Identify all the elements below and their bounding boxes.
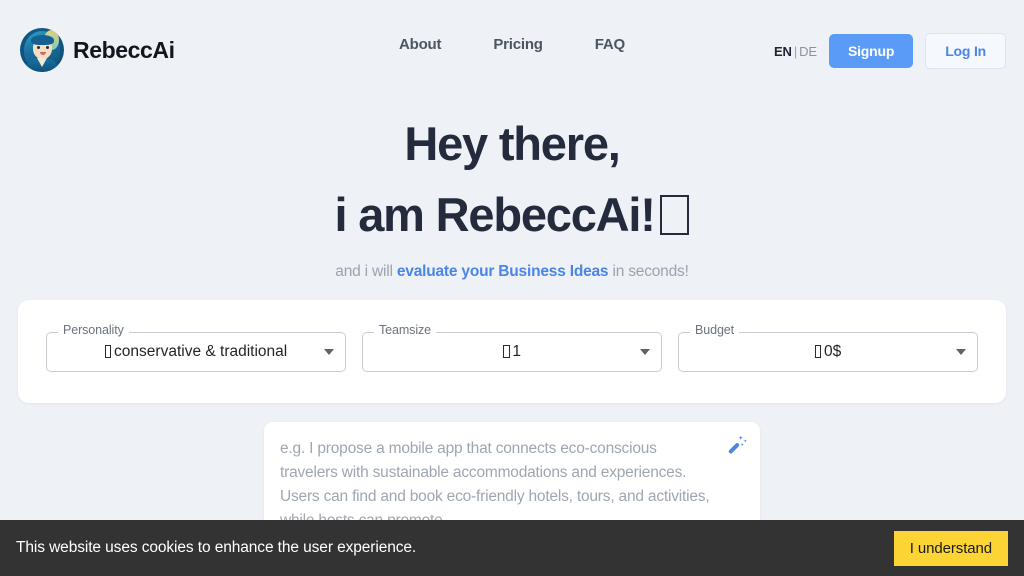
teamsize-value: 1 — [512, 342, 521, 360]
subtitle-suffix: in seconds! — [608, 262, 689, 280]
budget-select[interactable]: 0$ — [678, 331, 978, 372]
teamsize-label: Teamsize — [374, 322, 436, 337]
cookie-accept-button[interactable]: I understand — [893, 530, 1008, 566]
missing-glyph-box-icon — [814, 345, 822, 358]
language-separator: | — [793, 43, 798, 59]
signup-button[interactable]: Signup — [828, 34, 914, 68]
language-switcher[interactable]: EN | DE — [774, 44, 817, 59]
hero-subtitle: and i will evaluate your Business Ideas … — [0, 263, 1024, 281]
chevron-down-icon[interactable] — [324, 348, 334, 355]
missing-glyph-box-icon — [503, 345, 510, 358]
site-header: RebeccAi About Pricing FAQ EN | DE Signup … — [0, 0, 1024, 100]
brand-name: RebeccAi — [73, 36, 175, 63]
subtitle-highlight: evaluate your Business Ideas — [396, 262, 609, 280]
cookie-banner: This website uses cookies to enhance the… — [0, 520, 1024, 576]
nav-item-pricing[interactable]: Pricing — [493, 36, 543, 53]
language-de[interactable]: DE — [799, 44, 817, 59]
nav-item-about[interactable]: About — [399, 36, 442, 53]
hero-section: Hey there, i am RebeccAi! and i will eva… — [0, 108, 1024, 281]
header-actions: EN | DE Signup Log In — [774, 33, 1006, 69]
missing-glyph-box-icon — [104, 345, 112, 358]
budget-value: 0$ — [824, 342, 842, 360]
hero-line-1: Hey there, — [404, 117, 620, 170]
personality-select[interactable]: conservative & traditional — [46, 331, 346, 372]
brand-logo[interactable]: RebeccAi — [20, 28, 175, 72]
language-en[interactable]: EN — [774, 44, 792, 59]
hero-line-2-text: i am RebeccAi! — [334, 188, 656, 242]
teamsize-field: Teamsize 1 — [362, 322, 662, 372]
page-title: Hey there, i am RebeccAi! — [0, 108, 1024, 251]
cookie-message: This website uses cookies to enhance the… — [16, 539, 417, 556]
budget-label: Budget — [690, 322, 740, 337]
teamsize-select[interactable]: 1 — [362, 331, 662, 372]
main-nav: About Pricing FAQ — [399, 36, 625, 53]
missing-glyph-box-icon — [660, 194, 690, 236]
personality-value: conservative & traditional — [114, 342, 288, 360]
rebeccai-avatar-icon — [20, 28, 64, 72]
personality-field: Personality conservative & traditional — [46, 322, 346, 372]
subtitle-prefix: and i will — [335, 262, 397, 280]
options-card: Personality conservative & traditional T… — [18, 300, 1006, 403]
magic-wand-icon[interactable] — [726, 434, 748, 456]
personality-label: Personality — [58, 322, 129, 337]
chevron-down-icon[interactable] — [956, 348, 966, 355]
login-button[interactable]: Log In — [925, 33, 1006, 69]
chevron-down-icon[interactable] — [640, 348, 650, 355]
nav-item-faq[interactable]: FAQ — [595, 36, 625, 53]
budget-field: Budget 0$ — [678, 322, 978, 372]
hero-line-2: i am RebeccAi! — [0, 179, 1024, 250]
idea-textarea-placeholder[interactable]: e.g. I propose a mobile app that connect… — [280, 437, 718, 533]
